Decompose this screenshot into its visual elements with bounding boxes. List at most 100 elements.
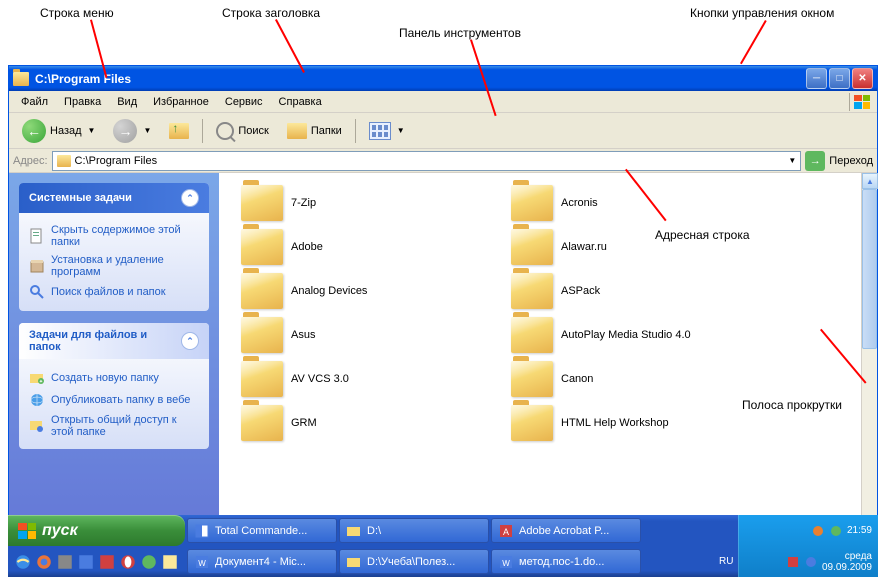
address-value: C:\Program Files bbox=[75, 155, 158, 167]
tray-icon[interactable] bbox=[811, 524, 825, 538]
folder-view[interactable]: 7-ZipAcronisAdobeAlawar.ruAnalog Devices… bbox=[219, 173, 877, 553]
windows-flag-icon bbox=[849, 93, 873, 111]
folder-name: ASPack bbox=[561, 285, 600, 297]
folders-button[interactable]: Папки bbox=[280, 119, 349, 143]
task-share[interactable]: Открыть общий доступ к этой папке bbox=[29, 411, 199, 441]
firefox-icon[interactable] bbox=[35, 553, 53, 571]
menu-help[interactable]: Справка bbox=[271, 93, 330, 111]
share-folder-icon bbox=[29, 418, 45, 434]
new-folder-icon: ✦ bbox=[29, 370, 45, 386]
document-icon bbox=[29, 228, 45, 244]
folder-item[interactable]: 7-Zip bbox=[239, 183, 489, 223]
task-label: Документ4 - Mic... bbox=[215, 556, 306, 568]
annotation-winbtns: Кнопки управления окном bbox=[690, 6, 834, 20]
day-label: среда bbox=[822, 551, 872, 562]
svg-text:W: W bbox=[502, 559, 510, 568]
chevron-down-icon[interactable]: ▼ bbox=[788, 156, 796, 165]
folder-item[interactable]: Canon bbox=[509, 359, 759, 399]
task-label: D:\Учеба\Полез... bbox=[367, 556, 455, 568]
go-button[interactable]: → bbox=[805, 151, 825, 171]
folder-item[interactable]: Asus bbox=[239, 315, 489, 355]
task-label: Открыть общий доступ к этой папке bbox=[51, 414, 199, 438]
annotation-toolbar: Панель инструментов bbox=[399, 26, 521, 40]
back-icon: ← bbox=[22, 119, 46, 143]
task-publish[interactable]: Опубликовать папку в вебе bbox=[29, 389, 199, 411]
address-bar: Адрес: C:\Program Files ▼ → Переход bbox=[9, 149, 877, 173]
views-button[interactable]: ▼ bbox=[362, 118, 412, 144]
tray-icon[interactable] bbox=[804, 555, 818, 569]
app-icon[interactable] bbox=[140, 553, 158, 571]
menu-edit[interactable]: Правка bbox=[56, 93, 109, 111]
address-input[interactable]: C:\Program Files ▼ bbox=[52, 151, 802, 171]
app-icon[interactable] bbox=[98, 553, 116, 571]
folder-item[interactable]: ASPack bbox=[509, 271, 759, 311]
menu-favorites[interactable]: Избранное bbox=[145, 93, 217, 111]
minimize-button[interactable]: ─ bbox=[806, 68, 827, 89]
scroll-up-button[interactable]: ▲ bbox=[862, 173, 878, 189]
folder-icon bbox=[241, 229, 283, 265]
folder-item[interactable]: GRM bbox=[239, 403, 489, 443]
menu-view[interactable]: Вид bbox=[109, 93, 145, 111]
search-button[interactable]: Поиск bbox=[209, 118, 275, 144]
menu-file[interactable]: Файл bbox=[13, 93, 56, 111]
collapse-icon[interactable]: ⌃ bbox=[181, 189, 199, 207]
folder-name: 7-Zip bbox=[291, 197, 316, 209]
up-button[interactable] bbox=[162, 119, 196, 143]
scrollbar[interactable]: ▲ ▼ bbox=[861, 173, 877, 553]
system-tasks-header[interactable]: Системные задачи ⌃ bbox=[19, 183, 209, 213]
folder-icon bbox=[241, 185, 283, 221]
start-button[interactable]: пуск bbox=[8, 515, 185, 546]
folder-item[interactable]: Analog Devices bbox=[239, 271, 489, 311]
annotation-address: Адресная строка bbox=[655, 228, 750, 242]
language-indicator[interactable]: RU bbox=[715, 554, 737, 569]
tray-icon[interactable] bbox=[786, 555, 800, 569]
file-tasks-header[interactable]: Задачи для файлов и папок ⌃ bbox=[19, 323, 209, 359]
taskbar-task[interactable]: Total Commande... bbox=[187, 518, 337, 543]
folder-item[interactable]: Adobe bbox=[239, 227, 489, 267]
folder-icon bbox=[511, 317, 553, 353]
opera-icon[interactable] bbox=[119, 553, 137, 571]
app-icon: W bbox=[498, 554, 514, 570]
back-button[interactable]: ← Назад ▼ bbox=[15, 115, 102, 147]
taskbar-task[interactable]: D:\ bbox=[339, 518, 489, 543]
taskbar-task[interactable]: Wметод.пос-1.do... bbox=[491, 549, 641, 574]
task-hide-contents[interactable]: Скрыть содержимое этой папки bbox=[29, 221, 199, 251]
folder-item[interactable]: AV VCS 3.0 bbox=[239, 359, 489, 399]
menu-tools[interactable]: Сервис bbox=[217, 93, 271, 111]
ie-icon[interactable] bbox=[14, 553, 32, 571]
tray-icon[interactable] bbox=[829, 524, 843, 538]
folder-name: HTML Help Workshop bbox=[561, 417, 669, 429]
back-label: Назад bbox=[50, 125, 82, 137]
scroll-thumb[interactable] bbox=[862, 189, 877, 349]
app-icon[interactable] bbox=[161, 553, 179, 571]
titlebar[interactable]: C:\Program Files ─ □ ✕ bbox=[9, 66, 877, 91]
app-icon[interactable] bbox=[77, 553, 95, 571]
go-label[interactable]: Переход bbox=[829, 155, 873, 167]
task-label: Adobe Acrobat P... bbox=[519, 525, 609, 537]
app-icon[interactable] bbox=[56, 553, 74, 571]
search-icon bbox=[216, 122, 234, 140]
box-icon bbox=[29, 258, 45, 274]
maximize-button[interactable]: □ bbox=[829, 68, 850, 89]
folder-item[interactable]: HTML Help Workshop bbox=[509, 403, 759, 443]
taskbar-task[interactable]: WДокумент4 - Mic... bbox=[187, 549, 337, 574]
close-button[interactable]: ✕ bbox=[852, 68, 873, 89]
task-new-folder[interactable]: ✦ Создать новую папку bbox=[29, 367, 199, 389]
taskbar-task[interactable]: AAdobe Acrobat P... bbox=[491, 518, 641, 543]
taskbar-task[interactable]: D:\Учеба\Полез... bbox=[339, 549, 489, 574]
task-search[interactable]: Поиск файлов и папок bbox=[29, 281, 199, 303]
folder-icon bbox=[57, 155, 71, 167]
forward-button[interactable]: → ▼ bbox=[106, 115, 158, 147]
up-folder-icon bbox=[169, 123, 189, 139]
task-label: Скрыть содержимое этой папки bbox=[51, 224, 199, 248]
folder-icon bbox=[241, 317, 283, 353]
date-label: 09.09.2009 bbox=[822, 562, 872, 573]
task-add-remove[interactable]: Установка и удаление программ bbox=[29, 251, 199, 281]
folder-item[interactable]: Acronis bbox=[509, 183, 759, 223]
start-label: пуск bbox=[42, 522, 78, 540]
views-icon bbox=[369, 122, 391, 140]
folder-item[interactable]: AutoPlay Media Studio 4.0 bbox=[509, 315, 759, 355]
chevron-down-icon: ▼ bbox=[397, 126, 405, 135]
system-tasks-panel: Системные задачи ⌃ Скрыть содержимое это… bbox=[19, 183, 209, 311]
collapse-icon[interactable]: ⌃ bbox=[181, 332, 199, 350]
